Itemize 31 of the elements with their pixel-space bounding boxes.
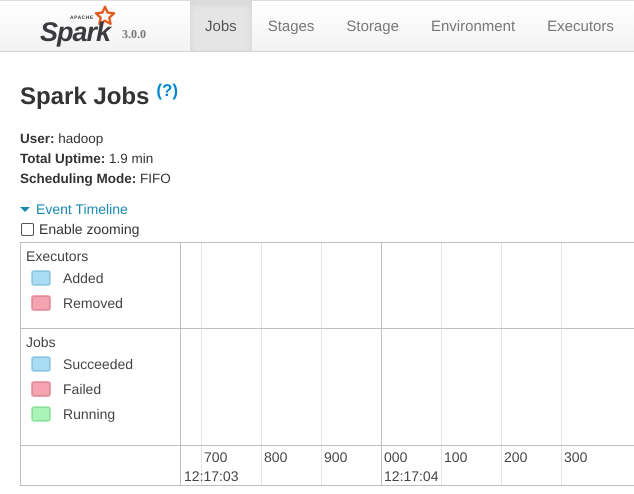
checkbox[interactable] — [21, 222, 34, 236]
legend-label: Added — [63, 270, 104, 286]
legend-label: Succeeded — [63, 356, 134, 372]
axis-tick: 100 — [444, 449, 468, 465]
legend-label: Running — [63, 406, 116, 422]
logo-text[interactable]: Spark — [40, 18, 110, 46]
summary-line: Scheduling Mode: FIFO — [20, 170, 172, 188]
summary-line: User: hadoop — [20, 130, 104, 148]
group-title: Executors — [26, 247, 90, 265]
axis-tick: 000 — [384, 449, 408, 465]
legend-label: Removed — [63, 294, 123, 310]
nav-tab[interactable]: Jobs — [190, 1, 252, 51]
axis-tick: 900 — [324, 449, 348, 465]
summary-line: Total Uptime: 1.9 min — [20, 150, 154, 168]
timeline-toggle[interactable]: Event Timeline — [20, 199, 614, 219]
axis-tick: 300 — [564, 449, 588, 465]
axis-tick: 200 — [504, 449, 528, 465]
page-title: Spark Jobs — [20, 82, 150, 112]
group-title: Jobs — [26, 333, 57, 351]
axis-time: 12:17:03 — [184, 468, 238, 484]
nav-tab[interactable]: Environment — [414, 1, 532, 51]
axis-tick: 800 — [264, 449, 288, 465]
version-label: 3.0.0 — [122, 27, 146, 42]
axis-time: 12:17:04 — [384, 468, 438, 484]
legend-label: Failed — [63, 380, 102, 396]
nav-tab[interactable]: Storage — [330, 1, 415, 51]
nav-tab[interactable]: Stages — [252, 1, 330, 51]
axis-tick: 700 — [204, 449, 228, 465]
nav-tab[interactable]: Executors — [531, 1, 630, 51]
help-link[interactable]: (?) — [156, 82, 178, 100]
checkbox-label[interactable]: Enable zooming — [39, 219, 140, 239]
